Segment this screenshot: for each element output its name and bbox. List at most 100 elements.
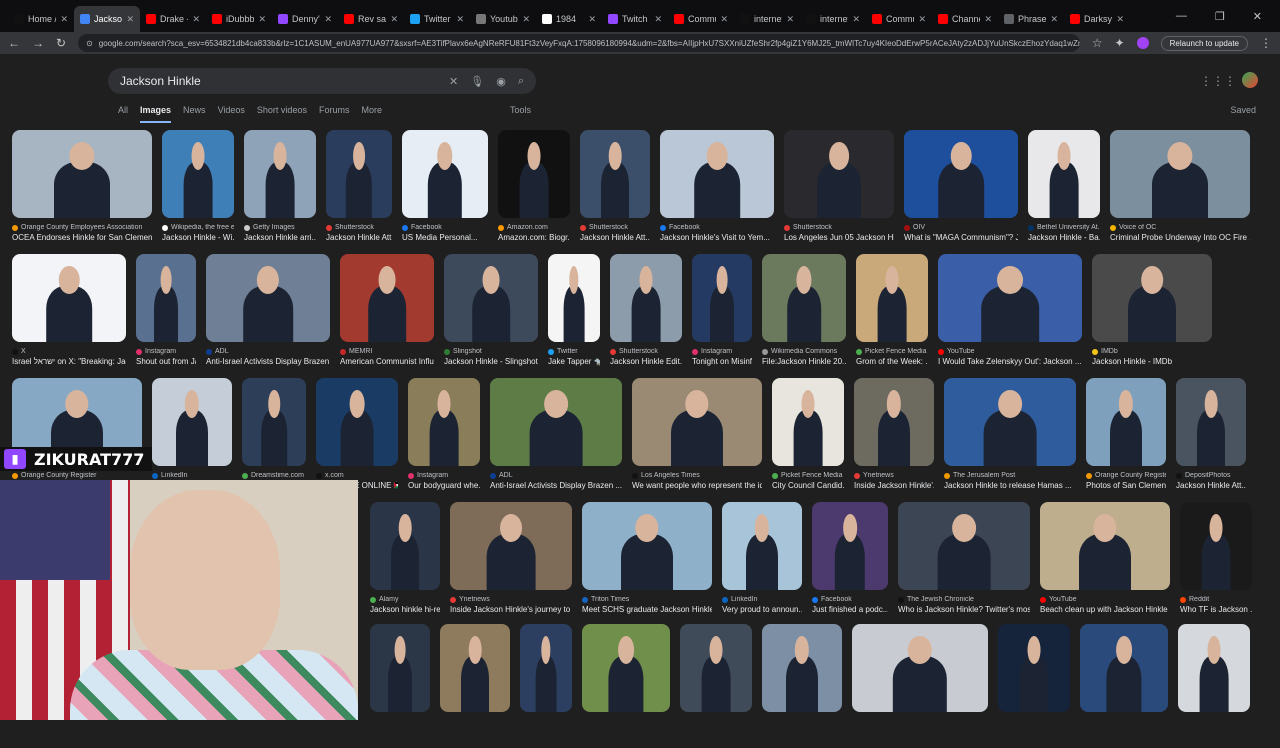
image-result-card[interactable]: Voice of OC Criminal Probe Underway Into … <box>1110 130 1250 242</box>
result-title[interactable]: Israel ישראל on X: "Breaking: Jac... <box>12 357 126 366</box>
result-thumbnail[interactable] <box>244 130 316 218</box>
result-thumbnail[interactable] <box>812 502 888 590</box>
tab-close-icon[interactable]: ✕ <box>126 14 134 25</box>
image-result-card[interactable]: IMDb Jackson Hinkle - IMDb <box>1092 254 1212 366</box>
result-title[interactable]: What is "MAGA Communism"? J... <box>904 233 1018 242</box>
image-result-card[interactable]: Ynetnews Inside Jackson Hinkle's journey … <box>450 502 572 614</box>
result-title[interactable]: Inside Jackson Hinkle'... <box>854 481 934 490</box>
image-result-card[interactable]: Orange County Employees Association OCEA … <box>12 130 152 242</box>
image-result-card[interactable]: OIV What is "MAGA Communism"? J... <box>904 130 1018 242</box>
image-result-card[interactable]: x.comPALESTINE ONLINE 🇵🇸 ... <box>316 378 398 490</box>
image-result-card[interactable]: Picket Fence Media Grom of the Week: ... <box>856 254 928 366</box>
result-thumbnail[interactable] <box>1040 502 1170 590</box>
tab-close-icon[interactable]: ✕ <box>390 14 398 25</box>
result-thumbnail[interactable] <box>136 254 196 342</box>
tab-close-icon[interactable]: ✕ <box>60 14 68 25</box>
result-title[interactable]: Jackson Hinkle - Ba... <box>1028 233 1100 242</box>
image-result-card[interactable]: Reddit Who TF is Jackson ... <box>1180 502 1252 614</box>
image-result-card[interactable]: Picket Fence Media City Council Candid... <box>772 378 844 490</box>
browser-tab[interactable]: Darksyd✕ <box>1064 6 1130 32</box>
result-thumbnail[interactable] <box>1080 624 1168 712</box>
result-title[interactable]: Beach clean up with Jackson Hinkle ... <box>1040 605 1170 614</box>
result-title[interactable]: Criminal Probe Underway Into OC Fire ... <box>1110 233 1250 242</box>
result-thumbnail[interactable] <box>680 624 752 712</box>
browser-tab[interactable]: internet ha✕ <box>800 6 866 32</box>
result-thumbnail[interactable] <box>772 378 844 466</box>
result-thumbnail[interactable] <box>490 378 622 466</box>
result-thumbnail[interactable] <box>520 624 572 712</box>
image-result-card[interactable]: YouTube Beach clean up with Jackson Hinkl… <box>1040 502 1170 614</box>
lens-icon[interactable]: ◉ <box>496 75 506 88</box>
image-result-card[interactable] <box>1080 624 1168 712</box>
result-thumbnail[interactable] <box>610 254 682 342</box>
site-info-icon[interactable]: ⊙ <box>86 39 93 48</box>
result-title[interactable]: Jackson Hinkle Att... <box>580 233 650 242</box>
result-title[interactable]: Los Angeles Jun 05 Jackson Hi... <box>784 233 894 242</box>
tab-close-icon[interactable]: ✕ <box>654 14 662 25</box>
image-result-card[interactable]: LinkedIn Very proud to announ... <box>722 502 802 614</box>
tab-short-videos[interactable]: Short videos <box>257 105 307 123</box>
result-title[interactable]: Our bodyguard whe... <box>408 481 480 490</box>
tab-images[interactable]: Images <box>140 105 171 123</box>
result-thumbnail[interactable] <box>854 378 934 466</box>
saved-button[interactable]: Saved <box>1230 105 1256 115</box>
result-title[interactable]: Who TF is Jackson ... <box>1180 605 1252 614</box>
browser-tab[interactable]: Twitter Vide ✕ <box>404 6 470 32</box>
reload-icon[interactable]: ↻ <box>56 36 66 50</box>
result-thumbnail[interactable] <box>722 502 802 590</box>
tab-videos[interactable]: Videos <box>218 105 245 123</box>
image-result-card[interactable]: Shutterstock Jackson Hinkle Att... <box>580 130 650 242</box>
bookmark-star-icon[interactable]: ☆ <box>1092 36 1103 50</box>
result-title[interactable]: American Communist Influ... <box>340 357 434 366</box>
result-title[interactable]: Jackson Hinkle - IMDb <box>1092 357 1212 366</box>
result-title[interactable]: Photos of San Clemen... <box>1086 481 1166 490</box>
image-result-card[interactable]: Instagram Tonight on Misinfo... <box>692 254 752 366</box>
back-icon[interactable]: ← <box>8 36 20 50</box>
image-result-card[interactable]: Shutterstock Jackson Hinkle Att... <box>326 130 392 242</box>
result-title[interactable]: Shout out from Jac... <box>136 357 196 366</box>
search-box[interactable]: Jackson Hinkle ✕ 🎙 ◉ ⌕ <box>108 68 536 94</box>
tab-more[interactable]: More <box>361 105 382 123</box>
result-title[interactable]: Jackson Hinkle arri... <box>244 233 316 242</box>
result-title[interactable]: Jackson Hinkle Att... <box>326 233 392 242</box>
result-thumbnail[interactable] <box>582 502 712 590</box>
result-thumbnail[interactable] <box>1110 130 1250 218</box>
result-thumbnail[interactable] <box>242 378 306 466</box>
result-title[interactable]: City Council Candid... <box>772 481 844 490</box>
browser-tab[interactable]: Twitch ✕ <box>602 6 668 32</box>
image-result-card[interactable]: X Israel ישראל on X: "Breaking: Jac... <box>12 254 126 366</box>
browser-tab[interactable]: Youtube th ✕ <box>470 6 536 32</box>
relaunch-button[interactable]: Relaunch to update <box>1160 35 1248 51</box>
image-result-card[interactable] <box>852 624 988 712</box>
result-title[interactable]: Jake Tapper 🐀 on ... <box>548 357 600 366</box>
image-result-card[interactable]: Getty Images Jackson Hinkle arri... <box>244 130 316 242</box>
result-thumbnail[interactable] <box>1028 130 1100 218</box>
image-result-card[interactable]: Los Angeles Times We want people who repr… <box>632 378 762 490</box>
image-result-card[interactable]: Alamy Jackson hinkle hi-re... <box>370 502 440 614</box>
result-thumbnail[interactable] <box>938 254 1082 342</box>
image-result-card[interactable]: The Jerusalem Post Jackson Hinkle to rele… <box>944 378 1076 490</box>
result-thumbnail[interactable] <box>1176 378 1246 466</box>
result-thumbnail[interactable] <box>904 130 1018 218</box>
result-title[interactable]: Very proud to announ... <box>722 605 802 614</box>
image-result-card[interactable]: Ynetnews Inside Jackson Hinkle'... <box>854 378 934 490</box>
tab-close-icon[interactable]: ✕ <box>192 14 200 25</box>
browser-tab[interactable]: 1984 ✕ <box>536 6 602 32</box>
browser-tab[interactable]: Channel an ✕ <box>932 6 998 32</box>
image-result-card[interactable]: Wikimedia Commons File:Jackson Hinkle 20.… <box>762 254 846 366</box>
image-result-card[interactable]: Triton Times Meet SCHS graduate Jackson H… <box>582 502 712 614</box>
image-result-card[interactable]: The Jewish Chronicle Who is Jackson Hinkl… <box>898 502 1030 614</box>
result-thumbnail[interactable] <box>440 624 510 712</box>
image-result-card[interactable] <box>762 624 842 712</box>
result-title[interactable]: Jackson Hinkle Edit... <box>610 357 682 366</box>
image-result-card[interactable]: Orange County RegisterPhotos of San Clem… <box>12 378 142 490</box>
forward-icon[interactable]: → <box>32 36 44 50</box>
tab-forums[interactable]: Forums <box>319 105 350 123</box>
image-result-card[interactable]: MEMRI American Communist Influ... <box>340 254 434 366</box>
result-title[interactable]: Grom of the Week: ... <box>856 357 928 366</box>
result-title[interactable]: Just finished a podc... <box>812 605 888 614</box>
result-thumbnail[interactable] <box>1092 254 1212 342</box>
image-result-card[interactable] <box>520 624 572 712</box>
result-title[interactable]: Meet SCHS graduate Jackson Hinkle: ... <box>582 605 712 614</box>
image-result-card[interactable]: Instagram Our bodyguard whe... <box>408 378 480 490</box>
